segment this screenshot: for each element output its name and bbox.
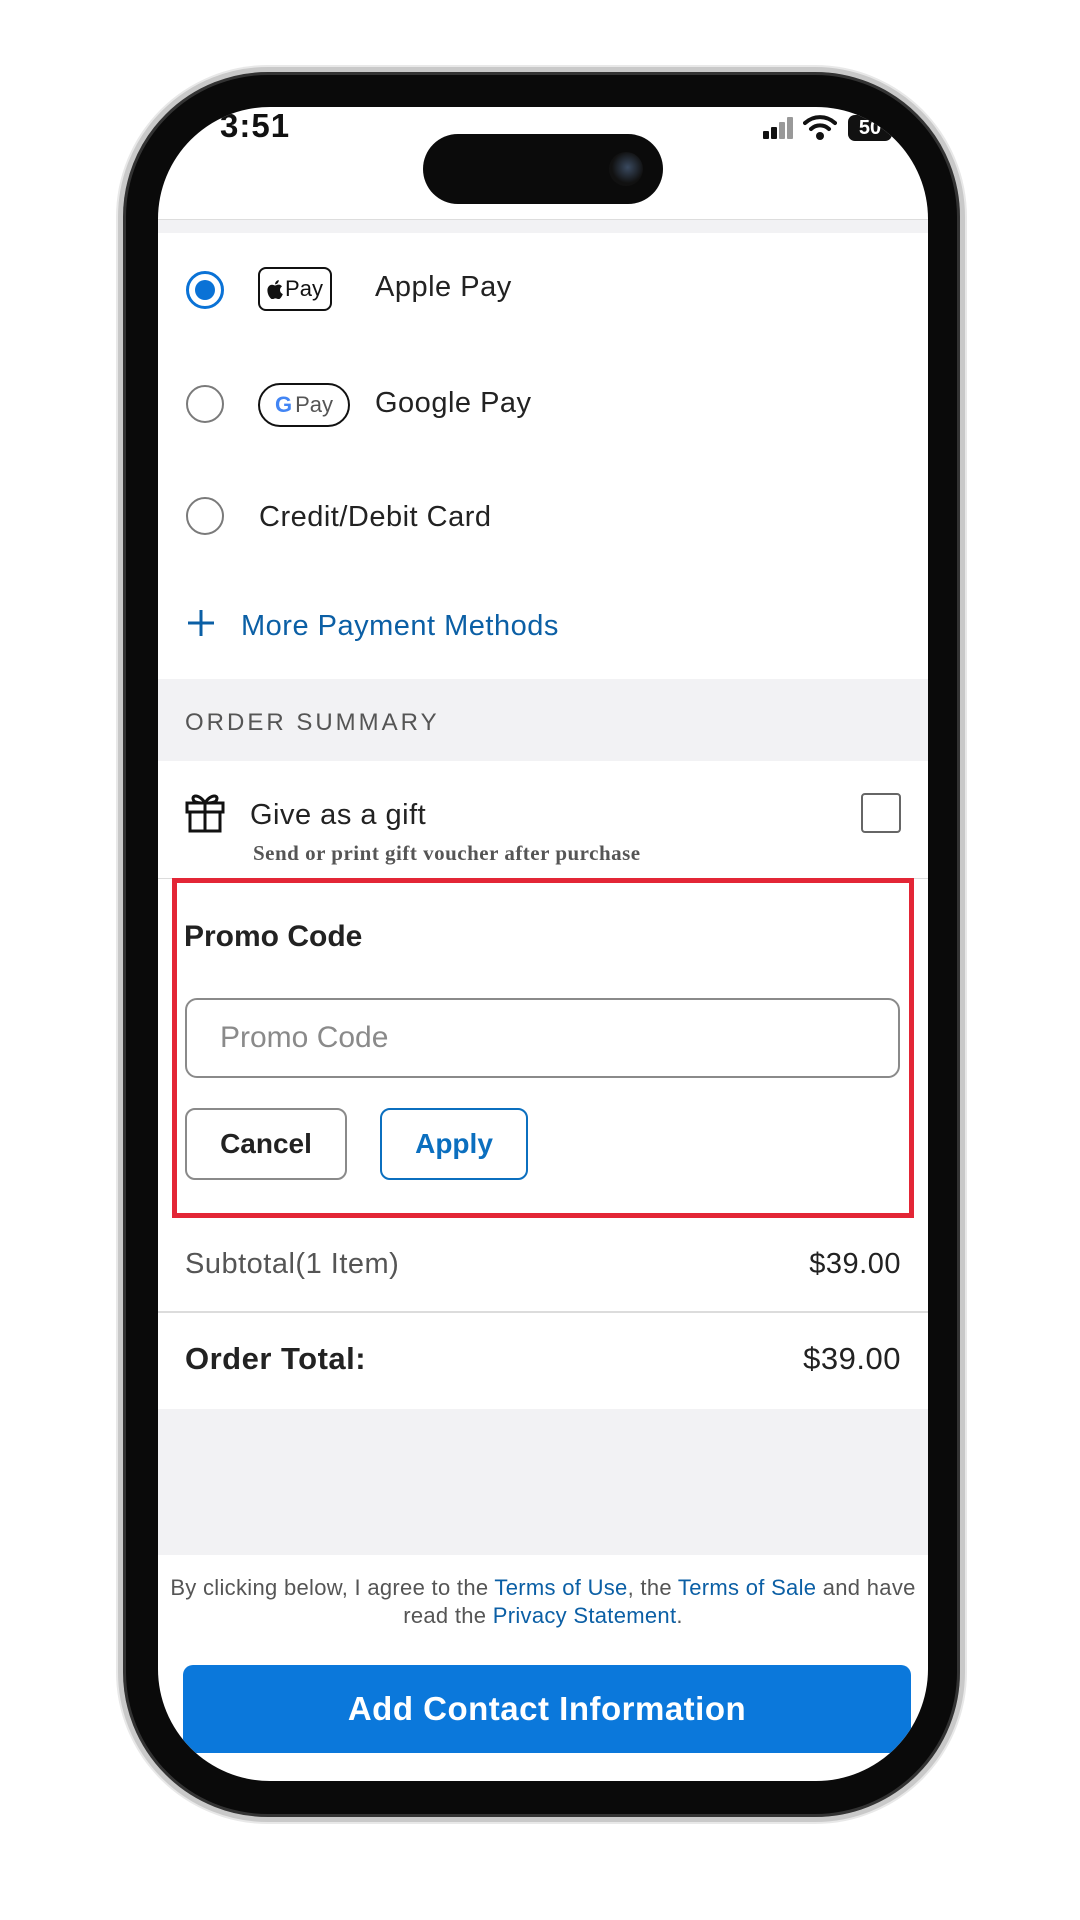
- payment-option-google-pay[interactable]: G Pay Google Pay: [158, 347, 928, 465]
- subtotal-row: Subtotal(1 Item) $39.00: [158, 1218, 928, 1313]
- radio-card[interactable]: [186, 497, 224, 535]
- section-divider: [158, 219, 928, 234]
- gift-checkbox[interactable]: [861, 793, 901, 833]
- order-total-row: Order Total: $39.00: [158, 1311, 928, 1411]
- radio-apple-pay[interactable]: [186, 271, 224, 309]
- terms-prefix: By clicking below, I agree to the: [170, 1575, 495, 1600]
- order-summary-header: ORDER SUMMARY: [158, 679, 928, 761]
- order-summary-title: ORDER SUMMARY: [185, 709, 440, 736]
- spacer-band: [158, 1409, 928, 1555]
- order-total-value: $39.00: [803, 1341, 901, 1376]
- more-payment-methods-link[interactable]: More Payment Methods: [158, 569, 928, 679]
- google-pay-icon-text: Pay: [295, 392, 334, 417]
- terms-suffix: .: [676, 1603, 683, 1628]
- terms-text: By clicking below, I agree to the Terms …: [158, 1574, 928, 1630]
- plus-icon: [188, 610, 214, 636]
- apple-logo-icon: [267, 279, 283, 299]
- apply-button[interactable]: Apply: [380, 1108, 528, 1180]
- signal-icon: [763, 117, 795, 139]
- gift-sublabel: Send or print gift voucher after purchas…: [253, 841, 641, 865]
- terms-of-use-link[interactable]: Terms of Use: [494, 1575, 627, 1600]
- privacy-statement-link[interactable]: Privacy Statement: [493, 1603, 677, 1628]
- google-g-icon: G: [274, 392, 293, 417]
- radio-google-pay[interactable]: [186, 385, 224, 423]
- status-time: 3:51: [220, 107, 291, 144]
- terms-mid-1: , the: [627, 1575, 678, 1600]
- promo-code-title: Promo Code: [184, 920, 363, 953]
- cancel-button[interactable]: Cancel: [185, 1108, 347, 1180]
- battery-icon: 50: [848, 115, 892, 141]
- payment-label-card: Credit/Debit Card: [259, 501, 492, 533]
- payment-label-google-pay: Google Pay: [375, 387, 532, 419]
- add-contact-information-button[interactable]: Add Contact Information: [183, 1665, 911, 1753]
- screen: 3:51 50 Pay Apple Pay G Pay Google Pay C…: [158, 107, 928, 1781]
- status-bar: 3:51 50: [158, 107, 928, 217]
- camera-icon: [609, 152, 643, 186]
- gift-row[interactable]: Give as a gift Send or print gift vouche…: [158, 761, 928, 879]
- order-total-label: Order Total:: [185, 1341, 367, 1376]
- payment-option-apple-pay[interactable]: Pay Apple Pay: [158, 233, 928, 349]
- apple-pay-icon-text: Pay: [285, 276, 323, 301]
- payment-label-apple-pay: Apple Pay: [375, 271, 512, 303]
- gift-icon: [185, 794, 225, 833]
- promo-code-input[interactable]: [185, 998, 900, 1078]
- terms-of-sale-link[interactable]: Terms of Sale: [678, 1575, 816, 1600]
- subtotal-value: $39.00: [809, 1248, 901, 1280]
- apple-pay-icon: Pay: [258, 267, 332, 311]
- payment-option-card[interactable]: Credit/Debit Card: [158, 463, 928, 571]
- google-pay-icon: G Pay: [258, 383, 350, 427]
- more-payment-methods-label: More Payment Methods: [241, 610, 559, 642]
- wifi-icon: [803, 115, 837, 140]
- subtotal-label: Subtotal(1 Item): [185, 1248, 400, 1280]
- gift-label: Give as a gift: [250, 799, 427, 831]
- dynamic-island: [423, 134, 663, 204]
